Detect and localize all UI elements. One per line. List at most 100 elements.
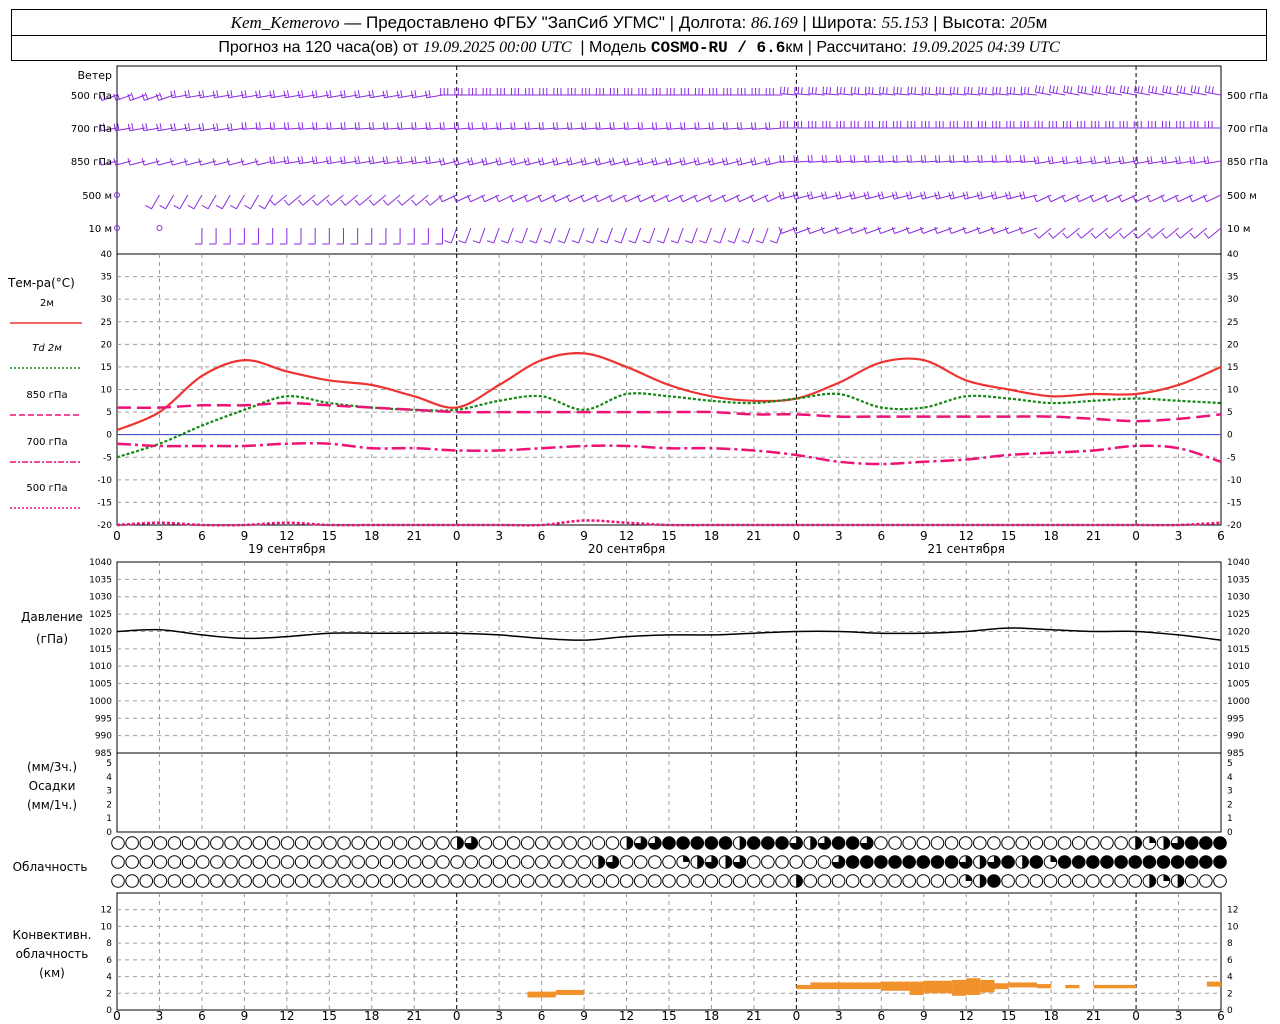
wind-barb-staff — [521, 227, 528, 244]
wind-barb-feather — [529, 240, 537, 244]
wind-barb — [656, 227, 670, 244]
wind-barb-feather — [1132, 156, 1135, 164]
wind-barb — [907, 121, 924, 129]
wind-barb-feather — [921, 86, 924, 94]
wind-barb-feather — [726, 122, 728, 130]
wind-barb-feather — [315, 122, 318, 130]
wind-barb-feather — [751, 122, 753, 130]
wind-barb — [159, 194, 175, 210]
cloud-circle — [845, 874, 860, 888]
wind-barb-feather — [354, 90, 357, 98]
cloud-circle — [407, 855, 422, 869]
cloud-circle — [1086, 874, 1100, 888]
cloud-symbol — [973, 855, 987, 869]
wind-barb-feather — [1013, 87, 1016, 95]
wind-barb-feather — [414, 90, 417, 98]
wind-calm — [156, 225, 163, 231]
wind-barb-feather — [283, 199, 290, 206]
cloud-symbol — [1100, 855, 1114, 869]
temp-tick-right: 0 — [1227, 431, 1233, 441]
cloud-symbol — [210, 836, 224, 850]
wind-barb-feather — [948, 226, 952, 234]
wind-barb — [741, 227, 755, 244]
wind-barb-feather — [840, 86, 842, 94]
cloud-circle — [930, 836, 945, 850]
cloud-symbol — [803, 855, 818, 869]
wind-barb-feather — [1133, 85, 1137, 93]
wind-barb-feather — [326, 199, 332, 206]
cloud-symbol — [1086, 855, 1100, 869]
cloud-fill — [1022, 855, 1029, 869]
wind-barb-feather — [768, 122, 771, 130]
hour-label-bottom: 3 — [1175, 1009, 1183, 1023]
pressure-tick-left: 1000 — [89, 697, 112, 707]
wind-barb-feather — [298, 122, 300, 130]
wind-barb — [1091, 121, 1108, 129]
wind-barb-feather — [782, 191, 785, 199]
wind-barb-staff — [1035, 91, 1052, 96]
cloud-circle — [662, 874, 676, 888]
cloud-symbol — [1071, 836, 1086, 850]
cloud-symbol — [1170, 874, 1185, 888]
pressure-tick-left: 1020 — [89, 627, 112, 637]
wind-barb-feather — [1178, 156, 1181, 164]
cloud-symbol — [125, 836, 139, 850]
cloud-symbol — [746, 836, 761, 850]
temp-tick-right: 25 — [1227, 318, 1238, 328]
cloud-circle — [210, 855, 224, 869]
cloud-symbol — [266, 874, 281, 888]
hour-label-top: 21 — [1086, 529, 1101, 543]
wind-barb — [765, 122, 783, 130]
cloud-symbol — [1142, 874, 1157, 888]
cloud-symbol — [662, 855, 676, 869]
wind-barb-feather — [796, 191, 799, 199]
wind-barb-staff — [1063, 91, 1080, 96]
cloud-symbol — [139, 836, 154, 850]
wind-barb — [468, 88, 485, 96]
cloud-fill — [1086, 855, 1100, 869]
wind-barb-feather — [425, 156, 428, 164]
cloud-symbol — [506, 855, 521, 869]
wind-barb-feather — [498, 157, 502, 165]
cloud-symbol — [930, 874, 945, 888]
cloud-symbol — [944, 874, 959, 888]
wind-barb-feather — [1023, 155, 1026, 163]
wind-barb-feather — [1208, 85, 1211, 93]
wind-barb-staff — [620, 227, 628, 244]
day-label: 20 сентября — [588, 542, 665, 556]
wind-barb-feather — [669, 122, 672, 130]
wind-barb-feather — [269, 199, 275, 206]
wind-barb-feather — [682, 157, 686, 165]
wind-barb-feather — [368, 122, 371, 130]
cloud-symbol — [520, 836, 535, 850]
wind-barb-feather — [515, 240, 523, 244]
meteogram: -20 -20-15 -15-10 -10-5 -50 05 510 1015 1520 2025… — [7, 65, 1268, 1023]
cloud-fill — [860, 855, 874, 869]
cloud-circle — [789, 855, 803, 869]
hour-label-bottom: 15 — [1001, 1009, 1016, 1023]
pressure-title: Давление — [21, 610, 83, 624]
wind-barb-staff — [1006, 160, 1023, 163]
cloud-circle — [803, 855, 818, 869]
wind-barb — [638, 88, 655, 96]
wind-barb — [230, 194, 245, 210]
temp-tick-left: 20 — [101, 340, 113, 350]
cloud-symbol — [817, 874, 832, 888]
wind-barb-feather — [642, 240, 650, 244]
cloud-circle — [280, 855, 295, 869]
cloud-circle — [775, 855, 789, 869]
cloud-symbol — [732, 855, 747, 869]
cloud-circle — [153, 836, 168, 850]
wind-barb-staff — [1148, 91, 1165, 96]
cloud-circle — [393, 874, 408, 888]
cloud-symbol — [633, 855, 648, 869]
wind-barb-feather — [1122, 156, 1125, 164]
wind-barb-feather — [586, 240, 593, 244]
wind-barb-feather — [156, 123, 159, 131]
cloud-symbol — [181, 836, 196, 850]
cloud-symbol — [478, 836, 493, 850]
wind-barb-feather — [1112, 86, 1115, 94]
cloud-circle — [662, 855, 676, 869]
wind-barb-feather — [244, 122, 247, 130]
wind-barb-feather — [1061, 156, 1065, 164]
